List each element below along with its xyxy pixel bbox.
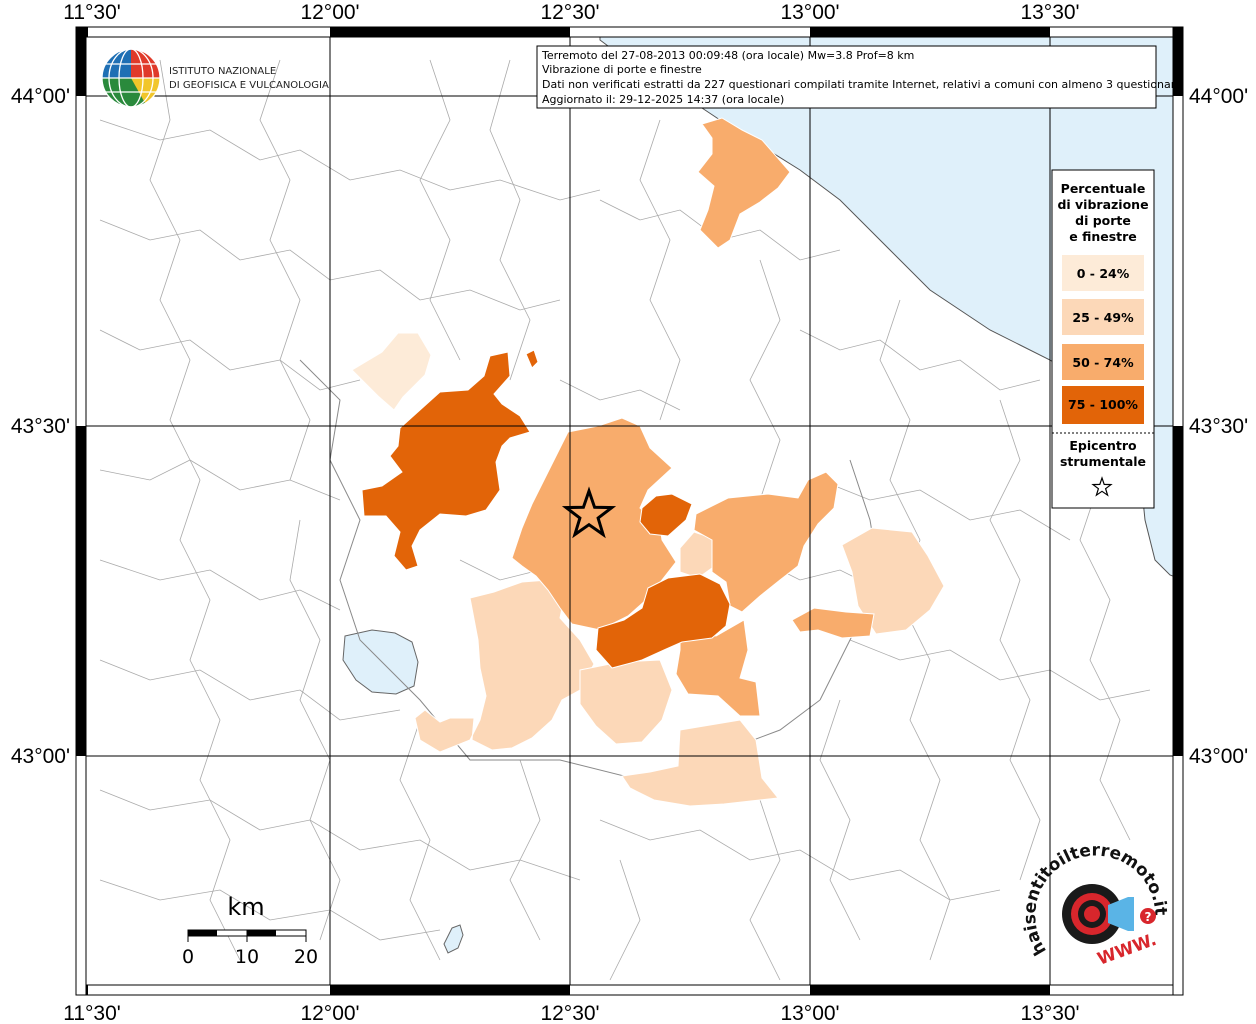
institute-name: ISTITUTO NAZIONALE: [169, 66, 276, 77]
legend-title: di vibrazione: [1057, 197, 1148, 212]
lon-label: 13°00': [780, 1002, 839, 1024]
legend-class-label: 75 - 100%: [1068, 397, 1138, 412]
updated-line: Aggiornato il: 29-12-2025 14:37 (ora loc…: [542, 93, 784, 106]
institute-name: DI GEOFISICA E VULCANOLOGIA: [169, 80, 329, 91]
legend-title: di porte: [1075, 213, 1131, 228]
lon-label: 11°30': [63, 1, 121, 24]
lon-label: 12°00': [300, 1002, 359, 1024]
lat-label: 43°00': [11, 745, 70, 768]
legend: Percentuale di vibrazione di porte e fin…: [1051, 169, 1155, 509]
effect-line: Vibrazione di porte e finestre: [542, 63, 702, 76]
scale-title: km: [227, 893, 264, 921]
ingv-logo: [101, 48, 161, 108]
legend-class-label: 25 - 49%: [1072, 310, 1134, 325]
lat-labels-right: 44°00' 43°30' 43°00': [1189, 85, 1248, 768]
event-line: Terremoto del 27-08-2013 00:09:48 (ora l…: [541, 49, 914, 62]
lon-label: 11°30': [63, 1002, 121, 1024]
scale-tick: 20: [294, 946, 318, 968]
legend-title: e finestre: [1069, 229, 1137, 244]
lon-labels-top: 11°30' 12°00' 12°30' 13°00' 13°30': [63, 1, 1079, 24]
lon-label: 12°00': [300, 1, 359, 24]
scale-tick: 10: [235, 946, 259, 968]
lat-label: 43°00': [1189, 745, 1248, 768]
legend-epicenter-label: strumentale: [1060, 454, 1146, 469]
data-note-line: Dati non verificati estratti da 227 ques…: [542, 78, 1182, 91]
lon-labels-bottom: 11°30' 12°00' 12°30' 13°00' 13°30': [63, 1002, 1079, 1024]
lon-label: 13°30': [1020, 1, 1079, 24]
lat-labels-left: 44°00' 43°30' 43°00': [11, 85, 70, 768]
lat-label: 44°00': [11, 85, 70, 108]
lon-label: 13°00': [780, 1, 839, 24]
lon-label: 13°30': [1020, 1002, 1079, 1024]
scale-tick: 0: [182, 946, 194, 968]
lon-label: 12°30': [540, 1002, 599, 1024]
lat-label: 43°30': [1189, 415, 1248, 438]
legend-class-label: 50 - 74%: [1072, 355, 1134, 370]
lat-label: 44°00': [1189, 85, 1248, 108]
intensity-map: 11°30' 12°00' 12°30' 13°00' 13°30' 11°30…: [11, 1, 1248, 1024]
legend-class-label: 0 - 24%: [1077, 266, 1130, 281]
lat-label: 43°30': [11, 415, 70, 438]
svg-text:?: ?: [1145, 910, 1152, 924]
lon-label: 12°30': [540, 1, 599, 24]
legend-epicenter-label: Epicentro: [1069, 438, 1137, 453]
legend-title: Percentuale: [1061, 181, 1146, 196]
